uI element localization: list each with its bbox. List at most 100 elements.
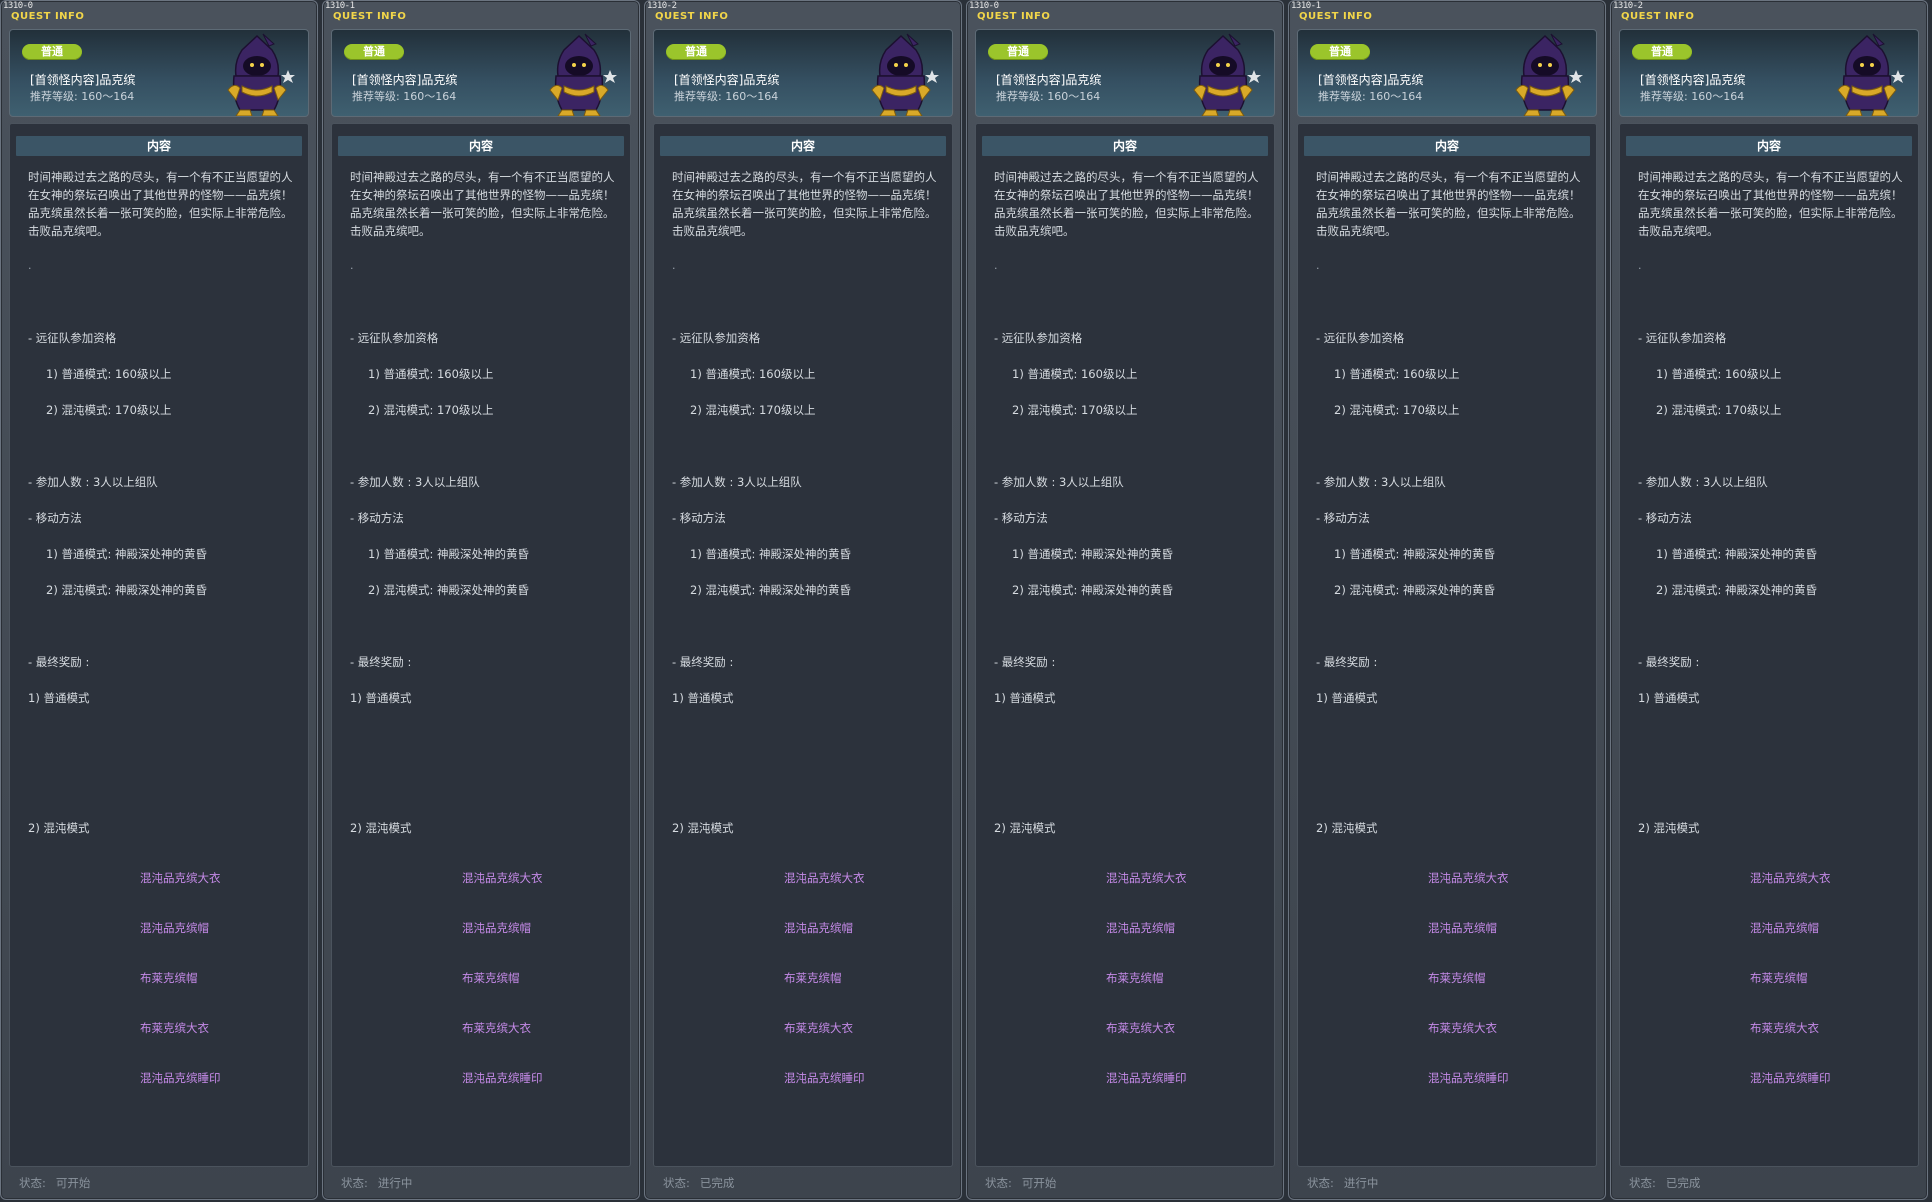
quest-name: [首领怪内容]品克缤 — [352, 73, 458, 87]
move-method-title: - 移动方法 — [1638, 511, 1692, 525]
reward-item[interactable]: 混沌品克缤睡印 — [1750, 1070, 1831, 1086]
status-label: 状态: — [1307, 1176, 1334, 1190]
qualification-title: - 远征队参加资格 — [1316, 331, 1405, 345]
reward-item[interactable]: 布莱克缤帽 — [140, 970, 198, 986]
reward-item[interactable]: 布莱克缤帽 — [1750, 970, 1808, 986]
qualification-chaos: 2) 混沌模式: 170级以上 — [368, 403, 494, 417]
participants: - 参加人数 : 3人以上组队 — [994, 475, 1124, 489]
content-header: 内容 — [16, 136, 302, 156]
qualification-chaos: 2) 混沌模式: 170级以上 — [1334, 403, 1460, 417]
reward-item[interactable]: 混沌品克缤帽 — [140, 920, 209, 936]
reward-item[interactable]: 布莱克缤帽 — [1106, 970, 1164, 986]
participants: - 参加人数 : 3人以上组队 — [1638, 475, 1768, 489]
reward-item[interactable]: 混沌品克缤大衣 — [784, 870, 865, 886]
reward-item[interactable]: 混沌品克缤帽 — [1106, 920, 1175, 936]
move-method-normal: 1) 普通模式: 神殿深处神的黄昏 — [1012, 547, 1173, 561]
reward-chaos-mode: 2) 混沌模式 — [672, 821, 734, 835]
qualification-chaos: 2) 混沌模式: 170级以上 — [1012, 403, 1138, 417]
move-method-title: - 移动方法 — [994, 511, 1048, 525]
qualification-chaos: 2) 混沌模式: 170级以上 — [690, 403, 816, 417]
npc-portrait-icon — [1837, 33, 1905, 116]
reward-item[interactable]: 布莱克缤帽 — [1428, 970, 1486, 986]
reward-item[interactable]: 混沌品克缤睡印 — [140, 1070, 221, 1086]
reward-item[interactable]: 布莱克缤大衣 — [784, 1020, 853, 1036]
qualification-title: - 远征队参加资格 — [28, 331, 117, 345]
quest-info-window-strip: 1310-0 QUEST INFO 普通 [首领怪内容]品克缤 推荐等级: 16… — [0, 0, 1932, 1202]
move-method-normal: 1) 普通模式: 神殿深处神的黄昏 — [1656, 547, 1817, 561]
npc-portrait-icon — [227, 33, 295, 116]
move-method-title: - 移动方法 — [28, 511, 82, 525]
content-header: 内容 — [660, 136, 946, 156]
quest-status: 状态: 进行中 — [341, 1175, 412, 1191]
qualification-normal: 1) 普通模式: 160级以上 — [690, 367, 816, 381]
separator-dot: . — [350, 259, 354, 272]
quest-info-panel: 1310-2 QUEST INFO 普通 [首领怪内容]品克缤 推荐等级: 16… — [644, 0, 962, 1200]
quest-name: [首领怪内容]品克缤 — [996, 73, 1102, 87]
reward-item[interactable]: 混沌品克缤睡印 — [1428, 1070, 1509, 1086]
move-method-normal: 1) 普通模式: 神殿深处神的黄昏 — [690, 547, 851, 561]
qualification-chaos: 2) 混沌模式: 170级以上 — [1656, 403, 1782, 417]
quest-info-title: QUEST INFO — [333, 11, 407, 22]
separator-dot: . — [994, 259, 998, 272]
final-reward-title: - 最终奖励 : — [1316, 655, 1378, 669]
npc-portrait-icon — [871, 33, 939, 116]
quest-content: 内容 时间神殿过去之路的尽头，有一个有不正当愿望的人在女神的祭坛召唤出了其他世界… — [9, 123, 309, 1167]
reward-normal-mode: 1) 普通模式 — [994, 691, 1056, 705]
recommended-level: 推荐等级: 160～164 — [674, 90, 779, 103]
final-reward-title: - 最终奖励 : — [672, 655, 734, 669]
content-header: 内容 — [1304, 136, 1590, 156]
reward-item[interactable]: 混沌品克缤睡印 — [462, 1070, 543, 1086]
reward-item[interactable]: 布莱克缤大衣 — [462, 1020, 531, 1036]
reward-item[interactable]: 布莱克缤大衣 — [1106, 1020, 1175, 1036]
status-label: 状态: — [1629, 1176, 1656, 1190]
participants: - 参加人数 : 3人以上组队 — [1316, 475, 1446, 489]
reward-item[interactable]: 混沌品克缤睡印 — [784, 1070, 865, 1086]
reward-normal-mode: 1) 普通模式 — [350, 691, 412, 705]
quest-description: 时间神殿过去之路的尽头，有一个有不正当愿望的人在女神的祭坛召唤出了其他世界的怪物… — [672, 170, 937, 238]
quest-info-panel: 1310-0 QUEST INFO 普通 [首领怪内容]品克缤 推荐等级: 16… — [0, 0, 318, 1200]
reward-item[interactable]: 混沌品克缤大衣 — [1428, 870, 1509, 886]
reward-item[interactable]: 混沌品克缤大衣 — [140, 870, 221, 886]
reward-item[interactable]: 布莱克缤大衣 — [140, 1020, 209, 1036]
status-value: 已完成 — [699, 1176, 735, 1190]
separator-dot: . — [1638, 259, 1642, 272]
qualification-normal: 1) 普通模式: 160级以上 — [368, 367, 494, 381]
quest-content: 内容 时间神殿过去之路的尽头，有一个有不正当愿望的人在女神的祭坛召唤出了其他世界… — [1297, 123, 1597, 1167]
reward-item[interactable]: 混沌品克缤帽 — [462, 920, 531, 936]
quest-id-label: 1310-0 — [3, 1, 33, 11]
reward-item[interactable]: 混沌品克缤帽 — [784, 920, 853, 936]
participants: - 参加人数 : 3人以上组队 — [672, 475, 802, 489]
status-label: 状态: — [19, 1176, 46, 1190]
recommended-level: 推荐等级: 160～164 — [1640, 90, 1745, 103]
quest-name: [首领怪内容]品克缤 — [30, 73, 136, 87]
quest-info-panel: 1310-2 QUEST INFO 普通 [首领怪内容]品克缤 推荐等级: 16… — [1610, 0, 1928, 1200]
reward-item[interactable]: 布莱克缤大衣 — [1750, 1020, 1819, 1036]
reward-item[interactable]: 混沌品克缤大衣 — [1750, 870, 1831, 886]
reward-item[interactable]: 混沌品克缤帽 — [1750, 920, 1819, 936]
separator-dot: . — [672, 259, 676, 272]
quest-info-title: QUEST INFO — [655, 11, 729, 22]
reward-item[interactable]: 混沌品克缤帽 — [1428, 920, 1497, 936]
quest-name: [首领怪内容]品克缤 — [1640, 73, 1746, 87]
quest-header: 普通 [首领怪内容]品克缤 推荐等级: 160～164 — [653, 29, 953, 117]
reward-item[interactable]: 混沌品克缤大衣 — [1106, 870, 1187, 886]
move-method-title: - 移动方法 — [350, 511, 404, 525]
reward-item[interactable]: 布莱克缤帽 — [462, 970, 520, 986]
reward-item[interactable]: 布莱克缤大衣 — [1428, 1020, 1497, 1036]
reward-item[interactable]: 混沌品克缤大衣 — [462, 870, 543, 886]
quest-id-label: 1310-1 — [1291, 1, 1321, 11]
quest-id-label: 1310-0 — [969, 1, 999, 11]
qualification-title: - 远征队参加资格 — [1638, 331, 1727, 345]
final-reward-title: - 最终奖励 : — [1638, 655, 1700, 669]
quest-content: 内容 时间神殿过去之路的尽头，有一个有不正当愿望的人在女神的祭坛召唤出了其他世界… — [653, 123, 953, 1167]
reward-item[interactable]: 布莱克缤帽 — [784, 970, 842, 986]
recommended-level: 推荐等级: 160～164 — [1318, 90, 1423, 103]
status-label: 状态: — [341, 1176, 368, 1190]
reward-chaos-mode: 2) 混沌模式 — [1316, 821, 1378, 835]
quest-status: 状态: 已完成 — [1629, 1175, 1700, 1191]
status-value: 已完成 — [1665, 1176, 1701, 1190]
difficulty-badge: 普通 — [1632, 44, 1692, 60]
final-reward-title: - 最终奖励 : — [28, 655, 90, 669]
quest-info-panel: 1310-1 QUEST INFO 普通 [首领怪内容]品克缤 推荐等级: 16… — [1288, 0, 1606, 1200]
reward-item[interactable]: 混沌品克缤睡印 — [1106, 1070, 1187, 1086]
